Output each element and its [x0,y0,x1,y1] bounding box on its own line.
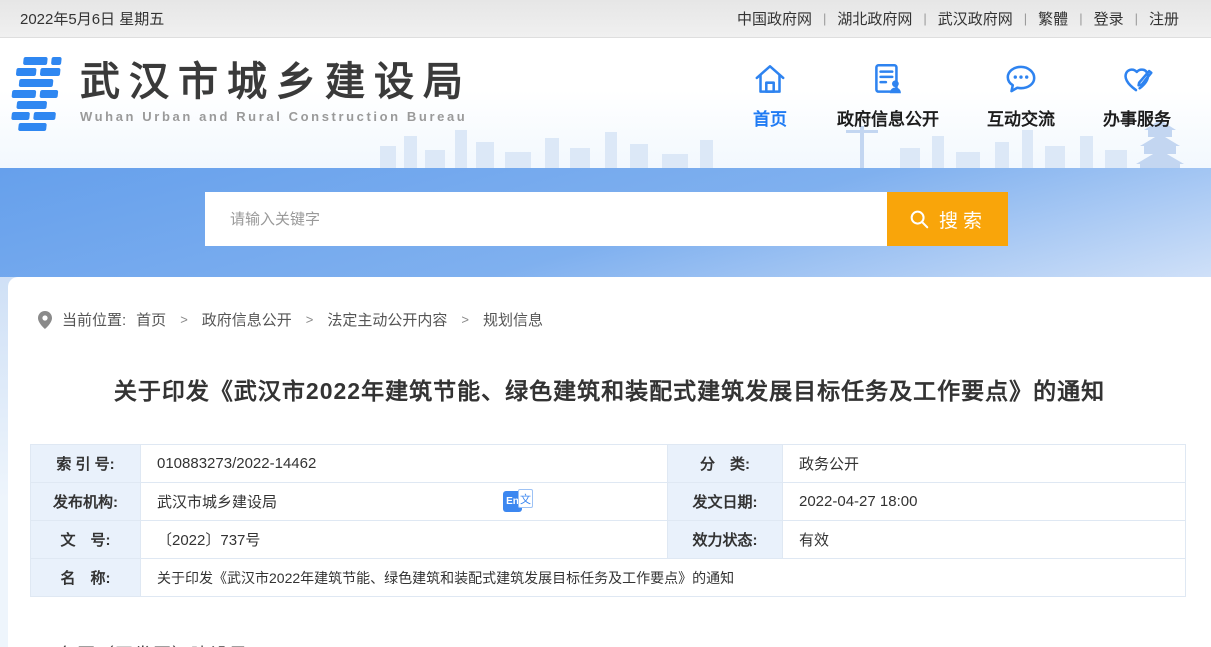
link-traditional-chinese[interactable]: 繁體 [1027,8,1079,29]
home-icon [751,58,789,98]
meta-value-issue-date: 2022-04-27 18:00 [783,483,1186,521]
translate-icon-zh: 文 [518,489,533,508]
nav-item-services[interactable]: 办事服务 [1079,58,1195,130]
current-date: 2022年5月6日 星期五 [20,8,164,29]
meta-value-index-number: 010883273/2022-14462 [141,445,668,483]
search-icon [908,208,930,230]
top-utility-bar: 2022年5月6日 星期五 中国政府网 | 湖北政府网 | 武汉政府网 | 繁體… [0,0,1211,38]
meta-label-doc-number: 文 号: [31,521,141,559]
article-title: 关于印发《武汉市2022年建筑节能、绿色建筑和装配式建筑发展目标任务及工作要点》… [8,372,1211,406]
link-register[interactable]: 注册 [1138,8,1190,29]
breadcrumb: 当前位置: 首页 > 政府信息公开 > 法定主动公开内容 > 规划信息 [8,277,1211,330]
content-background: 当前位置: 首页 > 政府信息公开 > 法定主动公开内容 > 规划信息 关于印发… [0,277,1211,647]
breadcrumb-gov-info[interactable]: 政府信息公开 [188,309,306,330]
meta-value-validity-status: 有效 [783,521,1186,559]
breadcrumb-home[interactable]: 首页 [126,309,180,330]
nav-label: 首页 [751,105,789,130]
chat-bubble-icon [987,58,1055,98]
link-hubei-gov[interactable]: 湖北政府网 [826,8,923,29]
site-brand[interactable]: 武汉市城乡建设局 Wuhan Urban and Rural Construct… [8,54,472,134]
breadcrumb-separator: > [461,312,469,327]
search-button-label: 搜索 [939,206,987,233]
meta-value-doc-number: 〔2022〕737号 [141,521,668,559]
nav-label: 办事服务 [1103,105,1171,130]
nav-item-interaction[interactable]: 互动交流 [963,58,1079,130]
meta-value-category: 政务公开 [783,445,1186,483]
utility-links: 中国政府网 | 湖北政府网 | 武汉政府网 | 繁體 | 登录 | 注册 [726,8,1190,29]
breadcrumb-separator: > [306,312,314,327]
search-button[interactable]: 搜索 [887,192,1008,246]
site-title-english: Wuhan Urban and Rural Construction Burea… [80,109,472,124]
nav-label: 互动交流 [987,105,1055,130]
content-panel: 当前位置: 首页 > 政府信息公开 > 法定主动公开内容 > 规划信息 关于印发… [8,277,1211,647]
document-person-icon [837,58,939,98]
nav-label: 政府信息公开 [837,105,939,130]
breadcrumb-statutory-disclosure[interactable]: 法定主动公开内容 [313,309,461,330]
breadcrumb-label: 当前位置: [62,309,126,330]
meta-value-issuing-agency: 武汉市城乡建设局 En 文 [141,483,668,521]
meta-label-title: 名 称: [31,559,141,597]
nav-item-home[interactable]: 首页 [727,58,813,130]
nav-item-gov-info[interactable]: 政府信息公开 [813,58,963,130]
breadcrumb-planning-info[interactable]: 规划信息 [469,309,557,330]
masthead: 武汉市城乡建设局 Wuhan Urban and Rural Construct… [0,38,1211,168]
location-pin-icon [38,311,52,329]
site-logo [8,54,64,134]
meta-label-issue-date: 发文日期: [668,483,783,521]
heart-pen-icon [1103,58,1171,98]
meta-label-index-number: 索 引 号: [31,445,141,483]
main-navigation: 首页 政府信息公开 [727,58,1195,130]
breadcrumb-separator: > [180,312,188,327]
site-title: 武汉市城乡建设局 [80,60,472,104]
search-input[interactable] [205,192,887,246]
document-meta-table: 索 引 号: 010883273/2022-14462 分 类: 政务公开 发布… [30,444,1186,597]
meta-label-issuing-agency: 发布机构: [31,483,141,521]
link-wuhan-gov[interactable]: 武汉政府网 [927,8,1024,29]
link-login[interactable]: 登录 [1083,8,1135,29]
search-bar: 搜索 [205,168,1008,246]
link-china-gov[interactable]: 中国政府网 [726,8,823,29]
search-banner: 搜索 [0,168,1211,277]
meta-label-category: 分 类: [668,445,783,483]
issuing-agency-text: 武汉市城乡建设局 [157,491,277,512]
article-body-first-line: 各区（开发区）建设局： [58,641,1211,647]
meta-value-title: 关于印发《武汉市2022年建筑节能、绿色建筑和装配式建筑发展目标任务及工作要点》… [141,559,1186,597]
translate-icon[interactable]: En 文 [503,491,533,512]
meta-label-validity-status: 效力状态: [668,521,783,559]
